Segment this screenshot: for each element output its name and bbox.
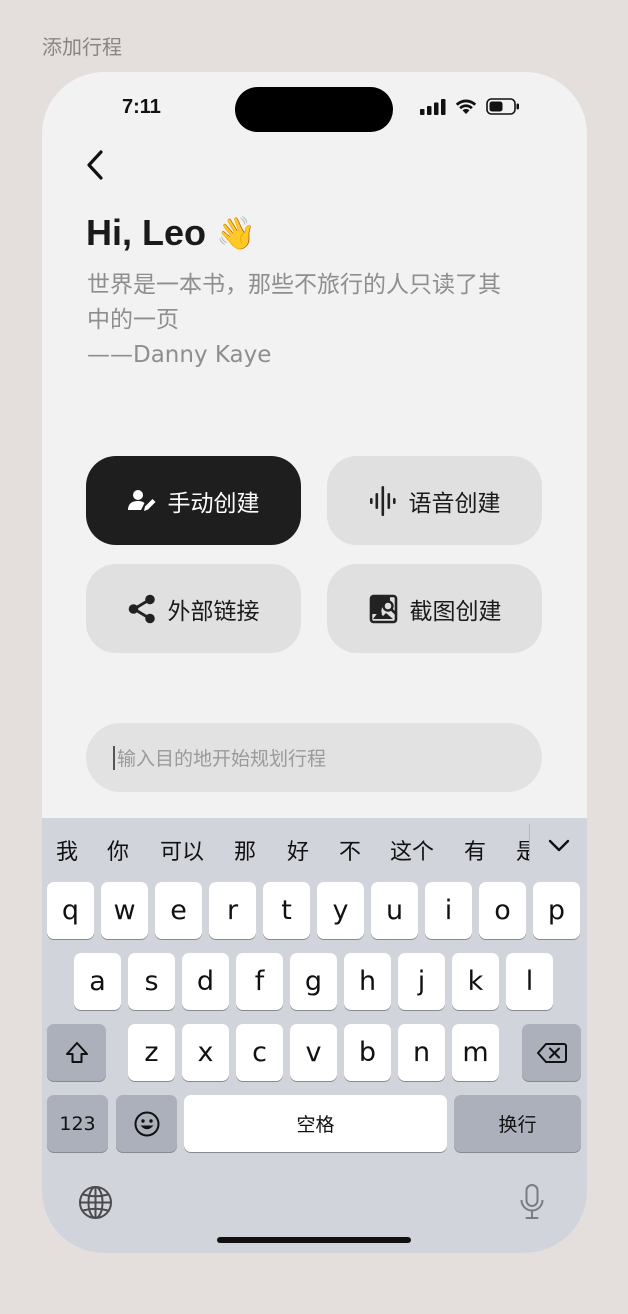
key-l[interactable]: l [506,953,553,1010]
key-j[interactable]: j [398,953,445,1010]
candidate-word[interactable]: 不 [339,834,361,866]
key-k[interactable]: k [452,953,499,1010]
shift-icon [65,1041,88,1063]
back-button[interactable] [80,148,110,182]
key-y[interactable]: y [317,882,364,939]
share-icon [128,594,156,624]
quote-author: ——Danny Kaye [87,342,272,368]
key-o[interactable]: o [479,882,526,939]
candidate-expand-button[interactable] [548,834,570,859]
wifi-icon [455,99,477,114]
voice-create-label: 语音创建 [408,490,501,517]
greeting-text: Hi, Leo [86,212,207,253]
key-g[interactable]: g [290,953,337,1010]
backspace-icon [536,1042,567,1063]
key-t[interactable]: t [263,882,310,939]
keyboard: 我 你 可以 那 好 不 这个 有 是 q w e r t y u i o p … [42,818,587,1253]
greeting: Hi, Leo 👋 [86,212,256,254]
voice-create-button[interactable]: 语音创建 [327,456,542,545]
key-m[interactable]: m [452,1024,499,1081]
chevron-down-icon [548,839,570,852]
candidate-bar: 我 你 可以 那 好 不 这个 有 是 [42,818,587,874]
screenshot-create-button[interactable]: 截图创建 [327,564,542,653]
key-w[interactable]: w [101,882,148,939]
numbers-key[interactable]: 123 [47,1095,108,1152]
key-p[interactable]: p [533,882,580,939]
waving-hand-emoji: 👋 [216,215,256,251]
cellular-signal-icon [420,98,446,115]
key-s[interactable]: s [128,953,175,1010]
emoji-icon [134,1111,159,1136]
globe-button[interactable] [78,1185,113,1224]
destination-input[interactable]: 输入目的地开始规划行程 [86,723,542,792]
external-link-label: 外部链接 [167,598,260,625]
globe-icon [79,1186,112,1219]
candidate-word[interactable]: 我 [56,834,78,866]
candidate-list: 我 你 可以 那 好 不 这个 有 是 [42,818,529,874]
return-key[interactable]: 换行 [454,1095,581,1152]
frame-title: 添加行程 [42,35,122,59]
voice-wave-icon [369,485,397,516]
key-h[interactable]: h [344,953,391,1010]
text-caret [113,745,115,770]
key-b[interactable]: b [344,1024,391,1081]
quote: 世界是一本书，那些不旅行的人只读了其 中的一页 ——Danny Kaye [87,268,547,373]
external-link-button[interactable]: 外部链接 [86,564,301,653]
dynamic-island [235,87,393,132]
shift-key[interactable] [47,1024,106,1081]
key-a[interactable]: a [74,953,121,1010]
candidate-word[interactable]: 可以 [160,834,204,866]
status-time: 7:11 [122,96,161,118]
candidate-word[interactable]: 是 [516,834,529,866]
dictation-button[interactable] [519,1183,545,1225]
candidate-divider [529,824,530,862]
key-n[interactable]: n [398,1024,445,1081]
chevron-left-icon [87,150,103,180]
emoji-key[interactable] [116,1095,177,1152]
quote-line-2: 中的一页 [87,307,179,333]
screenshot-create-label: 截图创建 [409,598,502,625]
key-x[interactable]: x [182,1024,229,1081]
destination-input-placeholder: 输入目的地开始规划行程 [117,748,327,770]
phone-screen: 7:11 Hi, Leo 👋 世界是一本书，那些不旅行的人只读了其 中的一页 —… [42,72,587,1253]
candidate-word[interactable]: 你 [107,834,129,866]
space-key[interactable]: 空格 [184,1095,447,1152]
microphone-icon [520,1184,544,1219]
home-indicator[interactable] [217,1237,411,1243]
key-e[interactable]: e [155,882,202,939]
candidate-word[interactable]: 有 [464,834,486,866]
key-u[interactable]: u [371,882,418,939]
user-edit-icon [127,489,156,513]
candidate-word[interactable]: 好 [287,834,309,866]
quote-line-1: 世界是一本书，那些不旅行的人只读了其 [87,272,501,298]
key-r[interactable]: r [209,882,256,939]
backspace-key[interactable] [522,1024,581,1081]
key-d[interactable]: d [182,953,229,1010]
manual-create-label: 手动创建 [167,490,260,517]
key-c[interactable]: c [236,1024,283,1081]
key-v[interactable]: v [290,1024,337,1081]
candidate-word[interactable]: 这个 [390,834,434,866]
status-icons [420,98,520,115]
manual-create-button[interactable]: 手动创建 [86,456,301,545]
image-search-icon [368,594,398,624]
battery-icon [486,98,519,115]
key-i[interactable]: i [425,882,472,939]
candidate-word[interactable]: 那 [234,834,256,866]
key-q[interactable]: q [47,882,94,939]
key-f[interactable]: f [236,953,283,1010]
key-z[interactable]: z [128,1024,175,1081]
